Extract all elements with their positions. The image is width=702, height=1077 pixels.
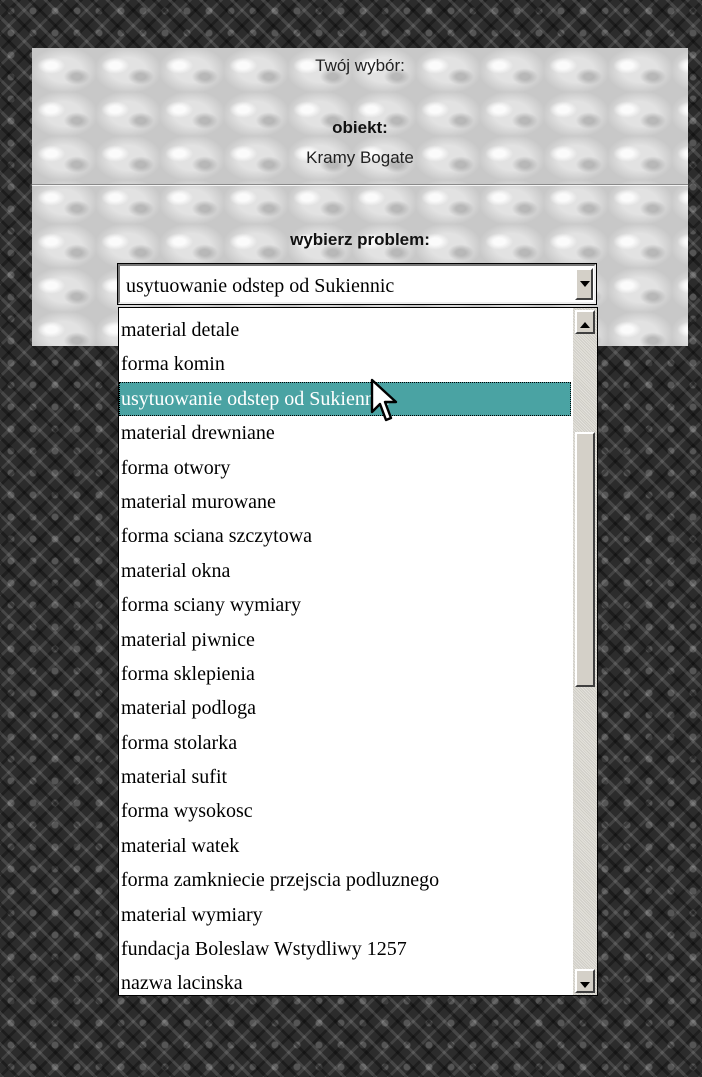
option-item[interactable]: material drewniane xyxy=(119,416,571,450)
scroll-up-button[interactable] xyxy=(575,310,595,334)
object-label: obiekt: xyxy=(332,118,388,137)
chevron-down-icon xyxy=(580,281,590,287)
option-item[interactable]: forma komin xyxy=(119,347,571,381)
option-item[interactable]: material wymiary xyxy=(119,898,571,932)
scrollbar[interactable] xyxy=(573,308,597,995)
arrow-down-icon xyxy=(580,982,590,988)
object-value: Kramy Bogate xyxy=(306,148,414,167)
option-item[interactable]: material sufit xyxy=(119,760,571,794)
divider xyxy=(32,184,688,186)
scroll-down-button[interactable] xyxy=(575,969,595,993)
dropdown-button[interactable] xyxy=(575,268,593,300)
option-item[interactable]: material watek xyxy=(119,829,571,863)
option-list: material detale forma komin usytuowanie od… xyxy=(119,313,571,995)
option-item[interactable]: forma zamkniecie przejscia podluznego xyxy=(119,863,571,897)
problem-dropdown-list[interactable]: material detale forma komin usytuowanie od… xyxy=(118,307,598,996)
mouse-pointer-icon xyxy=(370,378,398,422)
problem-select[interactable]: usytuowanie odstep od Sukiennic xyxy=(117,263,597,305)
problem-label: wybierz problem: xyxy=(290,230,430,249)
option-item[interactable]: material murowane xyxy=(119,485,571,519)
option-item[interactable]: material piwnice xyxy=(119,623,571,657)
option-item[interactable]: forma sciany wymiary xyxy=(119,588,571,622)
option-item[interactable]: usytuowanie odstep od Sukiennic xyxy=(119,381,571,417)
scrollbar-thumb[interactable] xyxy=(575,432,595,687)
option-item[interactable]: material detale xyxy=(119,313,571,347)
problem-select-value: usytuowanie odstep od Sukiennic xyxy=(126,275,395,297)
choice-label: Twój wybór: xyxy=(315,56,405,75)
arrow-up-icon xyxy=(580,322,590,328)
option-item[interactable]: forma wysokosc xyxy=(119,794,571,828)
option-item[interactable]: forma sklepienia xyxy=(119,657,571,691)
option-item[interactable]: forma otwory xyxy=(119,451,571,485)
option-item[interactable]: forma stolarka xyxy=(119,726,571,760)
option-item[interactable]: material okna xyxy=(119,554,571,588)
option-item[interactable]: fundacja Boleslaw Wstydliwy 1257 xyxy=(119,932,571,966)
option-item[interactable]: material podloga xyxy=(119,691,571,725)
option-item[interactable]: forma sciana szczytowa xyxy=(119,519,571,553)
option-item[interactable]: nazwa lacinska xyxy=(119,966,571,995)
